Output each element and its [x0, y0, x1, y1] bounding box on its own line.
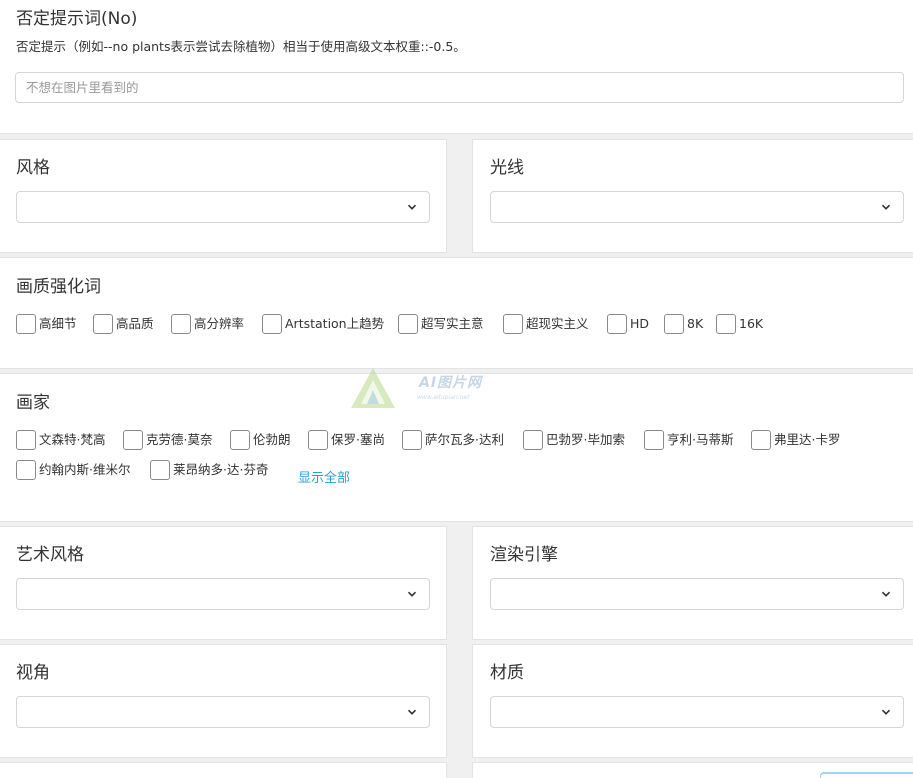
style-panel: 风格 — [0, 139, 447, 253]
lighting-title: 光线 — [490, 158, 524, 178]
quality-option-1[interactable]: 高细节 — [16, 313, 77, 335]
style-title: 风格 — [16, 158, 50, 178]
checkbox-icon[interactable] — [664, 314, 684, 334]
checkbox-icon[interactable] — [93, 314, 113, 334]
checkbox-icon[interactable] — [523, 430, 543, 450]
watermark-text: AI图片网 — [419, 375, 483, 391]
chevron-down-icon — [407, 204, 417, 210]
material-panel: 材质 — [472, 644, 913, 758]
artists-title: 画家 — [16, 393, 50, 413]
artist-option-label: 莱昂纳多·达·芬奇 — [173, 462, 269, 477]
chevron-down-icon — [881, 709, 891, 715]
view-angle-panel: 视角 — [0, 644, 447, 758]
artist-option-9[interactable]: 约翰内斯·维米尔 — [16, 459, 130, 481]
negative-prompt-title: 否定提示词(No) — [16, 9, 138, 29]
checkbox-icon[interactable] — [16, 460, 36, 480]
chevron-down-icon — [881, 204, 891, 210]
artist-option-5[interactable]: 萨尔瓦多·达利 — [402, 429, 504, 451]
style-select[interactable] — [16, 191, 430, 223]
checkbox-icon[interactable] — [716, 314, 736, 334]
artist-option-4[interactable]: 保罗·塞尚 — [308, 429, 385, 451]
negative-prompt-input[interactable] — [15, 72, 904, 103]
quality-option-8[interactable]: 8K — [664, 313, 703, 335]
material-select[interactable] — [490, 696, 904, 728]
material-title: 材质 — [490, 663, 524, 683]
checkbox-icon[interactable] — [308, 430, 328, 450]
triangle-logo-icon — [351, 368, 395, 408]
view-angle-title: 视角 — [16, 663, 50, 683]
chevron-down-icon — [407, 591, 417, 597]
artist-option-10[interactable]: 莱昂纳多·达·芬奇 — [150, 459, 268, 481]
quality-option-label: 16K — [739, 316, 764, 331]
quality-panel: 画质强化词 高细节 高品质 高分辨率 Artstation上趋势 超写实主意 超… — [0, 257, 913, 369]
lighting-panel: 光线 — [472, 139, 913, 253]
quality-option-6[interactable]: 超现实主义 — [503, 313, 589, 335]
artist-option-label: 萨尔瓦多·达利 — [425, 432, 504, 447]
checkbox-icon[interactable] — [262, 314, 282, 334]
render-engine-panel: 渲染引擎 — [472, 526, 913, 640]
quality-option-4[interactable]: Artstation上趋势 — [262, 313, 384, 335]
chevron-down-icon — [881, 591, 891, 597]
artist-option-label: 亨利·马蒂斯 — [667, 432, 734, 447]
watermark: AI图片网 www.aitupian.net — [349, 366, 529, 410]
art-style-select[interactable] — [16, 578, 430, 610]
checkbox-icon[interactable] — [402, 430, 422, 450]
quality-option-label: 8K — [687, 316, 704, 331]
quality-option-3[interactable]: 高分辨率 — [171, 313, 244, 335]
negative-prompt-hint: 否定提示（例如--no plants表示尝试去除植物）相当于使用高级文本权重::… — [16, 39, 466, 54]
artist-option-label: 巴勃罗·毕加索 — [546, 432, 625, 447]
artist-option-label: 弗里达·卡罗 — [774, 432, 841, 447]
quality-option-2[interactable]: 高品质 — [93, 313, 154, 335]
artist-option-1[interactable]: 文森特·梵高 — [16, 429, 105, 451]
checkbox-icon[interactable] — [171, 314, 191, 334]
show-all-link[interactable]: 显示全部 — [298, 467, 350, 486]
artist-option-label: 伦勃朗 — [253, 432, 291, 447]
checkbox-icon[interactable] — [607, 314, 627, 334]
quality-option-label: 超写实主意 — [421, 316, 484, 331]
artist-option-2[interactable]: 克劳德·莫奈 — [123, 429, 212, 451]
artist-option-3[interactable]: 伦勃朗 — [230, 429, 291, 451]
quality-option-label: 高分辨率 — [194, 316, 245, 331]
quality-option-7[interactable]: HD — [607, 313, 649, 335]
checkbox-icon[interactable] — [751, 430, 771, 450]
checkbox-icon[interactable] — [644, 430, 664, 450]
quality-option-5[interactable]: 超写实主意 — [398, 313, 484, 335]
art-style-title: 艺术风格 — [16, 545, 84, 565]
artist-option-label: 约翰内斯·维米尔 — [39, 462, 131, 477]
quality-option-label: 高细节 — [39, 316, 77, 331]
art-style-panel: 艺术风格 — [0, 526, 447, 640]
render-engine-title: 渲染引擎 — [490, 545, 558, 565]
lighting-select[interactable] — [490, 191, 904, 223]
artist-option-6[interactable]: 巴勃罗·毕加索 — [523, 429, 625, 451]
quality-option-label: HD — [630, 316, 650, 331]
checkbox-icon[interactable] — [16, 314, 36, 334]
render-engine-select[interactable] — [490, 578, 904, 610]
checkbox-icon[interactable] — [230, 430, 250, 450]
negative-prompt-panel: 否定提示词(No) 否定提示（例如--no plants表示尝试去除植物）相当于… — [0, 0, 913, 134]
checkbox-icon[interactable] — [398, 314, 418, 334]
quality-title: 画质强化词 — [16, 277, 101, 297]
checkbox-icon[interactable] — [503, 314, 523, 334]
checkbox-icon[interactable] — [16, 430, 36, 450]
artist-option-label: 文森特·梵高 — [39, 432, 106, 447]
view-angle-select[interactable] — [16, 696, 430, 728]
quality-option-label: Artstation上趋势 — [285, 316, 385, 331]
chevron-down-icon — [407, 709, 417, 715]
watermark-subtext: www.aitupian.net — [417, 394, 470, 401]
artist-option-8[interactable]: 弗里达·卡罗 — [751, 429, 840, 451]
artist-option-label: 保罗·塞尚 — [331, 432, 385, 447]
next-panel-left — [0, 762, 447, 778]
checkbox-icon[interactable] — [150, 460, 170, 480]
quality-option-label: 高品质 — [116, 316, 154, 331]
quality-option-9[interactable]: 16K — [716, 313, 763, 335]
artist-option-label: 克劳德·莫奈 — [146, 432, 213, 447]
checkbox-icon[interactable] — [123, 430, 143, 450]
artist-option-7[interactable]: 亨利·马蒂斯 — [644, 429, 733, 451]
quality-option-label: 超现实主义 — [526, 316, 589, 331]
floating-tab[interactable] — [820, 772, 913, 778]
